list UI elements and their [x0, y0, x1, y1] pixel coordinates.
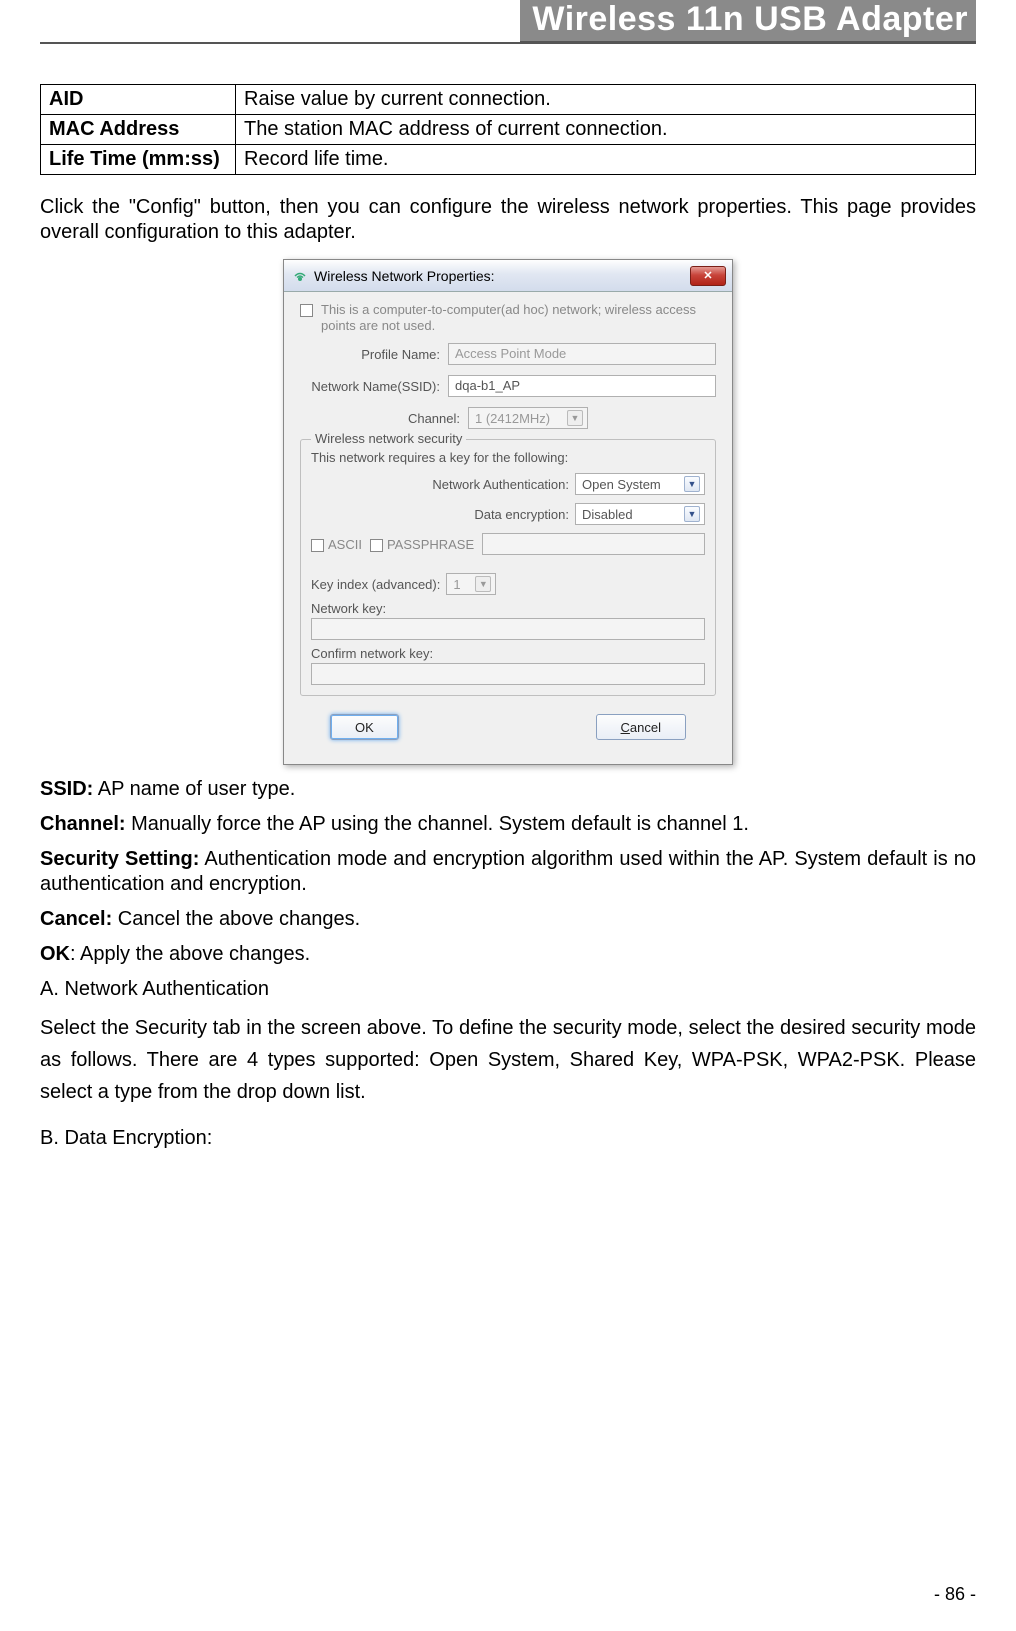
keyidx-value: 1: [453, 577, 460, 592]
passphrase-chk-item: PASSPHRASE: [370, 537, 474, 552]
intro-paragraph: Click the "Config" button, then you can …: [40, 195, 976, 245]
ascii-chk-item: ASCII: [311, 537, 362, 552]
table-cell-label: AID: [41, 85, 236, 115]
close-icon: ✕: [703, 269, 712, 282]
dialog-titlebar: Wireless Network Properties: ✕: [284, 260, 732, 292]
def-desc: Cancel the above changes.: [112, 908, 360, 930]
dataenc-select[interactable]: Disabled ▼: [575, 503, 705, 525]
ssid-row: Network Name(SSID): dqa-b1_AP: [300, 375, 716, 397]
passphrase-label: PASSPHRASE: [387, 537, 474, 552]
channel-value: 1 (2412MHz): [475, 411, 550, 426]
close-button[interactable]: ✕: [690, 266, 726, 286]
dataenc-row: Data encryption: Disabled ▼: [311, 503, 705, 525]
chevron-down-icon: ▼: [567, 410, 583, 426]
section-a-body: Select the Security tab in the screen ab…: [40, 1012, 976, 1108]
ascii-checkbox[interactable]: [311, 539, 324, 552]
dialog-wrapper: Wireless Network Properties: ✕ This is a…: [40, 259, 976, 765]
chevron-down-icon: ▼: [475, 576, 491, 592]
titlebar-left: Wireless Network Properties:: [292, 268, 495, 284]
def-cancel: Cancel: Cancel the above changes.: [40, 907, 976, 932]
security-body: This network requires a key for the foll…: [311, 448, 705, 685]
dialog-buttons: OK Cancel: [300, 706, 716, 754]
netauth-row: Network Authentication: Open System ▼: [311, 473, 705, 495]
netkey-input[interactable]: [311, 618, 705, 640]
adhoc-checkbox-row: This is a computer-to-computer(ad hoc) n…: [300, 302, 716, 333]
def-desc: Manually force the AP using the channel.…: [126, 813, 749, 835]
page-number: - 86 -: [934, 1584, 976, 1605]
dialog-title: Wireless Network Properties:: [314, 268, 495, 284]
table-cell-desc: Record life time.: [236, 145, 976, 175]
table-cell-desc: Raise value by current connection.: [236, 85, 976, 115]
ascii-label: ASCII: [328, 537, 362, 552]
confirm-netkey-label: Confirm network key:: [311, 646, 705, 661]
section-b-heading: B. Data Encryption:: [40, 1126, 976, 1151]
def-ok: OK: Apply the above changes.: [40, 942, 976, 967]
wireless-properties-dialog: Wireless Network Properties: ✕ This is a…: [283, 259, 733, 765]
netauth-select[interactable]: Open System ▼: [575, 473, 705, 495]
def-term: Channel:: [40, 813, 126, 835]
netauth-value: Open System: [582, 477, 661, 492]
app-icon: [292, 268, 308, 284]
keyidx-row: Key index (advanced): 1 ▼: [311, 573, 705, 595]
confirm-netkey-input[interactable]: [311, 663, 705, 685]
dialog-body: This is a computer-to-computer(ad hoc) n…: [284, 292, 732, 764]
def-desc: : Apply the above changes.: [70, 943, 310, 965]
def-term: Cancel:: [40, 908, 112, 930]
def-security: Security Setting: Authentication mode an…: [40, 847, 976, 897]
cancel-button[interactable]: Cancel: [596, 714, 686, 740]
channel-select[interactable]: 1 (2412MHz) ▼: [468, 407, 588, 429]
def-term: Security Setting:: [40, 848, 199, 870]
security-legend: Wireless network security: [311, 431, 466, 446]
def-ssid: SSID: AP name of user type.: [40, 777, 976, 802]
def-term: SSID:: [40, 778, 93, 800]
header-banner: Wireless 11n USB Adapter: [520, 0, 976, 42]
profile-name-row: Profile Name: Access Point Mode: [300, 343, 716, 365]
section-a-heading: A. Network Authentication: [40, 977, 976, 1002]
keyidx-select[interactable]: 1 ▼: [446, 573, 496, 595]
table-row: Life Time (mm:ss) Record life time.: [41, 145, 976, 175]
security-line: This network requires a key for the foll…: [311, 450, 705, 465]
table-cell-desc: The station MAC address of current conne…: [236, 115, 976, 145]
def-desc: AP name of user type.: [93, 778, 295, 800]
dataenc-label: Data encryption:: [474, 507, 569, 522]
chevron-down-icon: ▼: [684, 506, 700, 522]
profile-name-input[interactable]: Access Point Mode: [448, 343, 716, 365]
ok-button[interactable]: OK: [330, 714, 399, 740]
def-term: OK: [40, 943, 70, 965]
table-row: AID Raise value by current connection.: [41, 85, 976, 115]
passphrase-checkbox[interactable]: [370, 539, 383, 552]
channel-row: Channel: 1 (2412MHz) ▼: [300, 407, 716, 429]
passphrase-input[interactable]: [482, 533, 705, 555]
ssid-input[interactable]: dqa-b1_AP: [448, 375, 716, 397]
netkey-label: Network key:: [311, 601, 705, 616]
chevron-down-icon: ▼: [684, 476, 700, 492]
ssid-label: Network Name(SSID):: [300, 379, 440, 394]
table-cell-label: Life Time (mm:ss): [41, 145, 236, 175]
table-cell-label: MAC Address: [41, 115, 236, 145]
netauth-label: Network Authentication:: [432, 477, 569, 492]
page-content: AID Raise value by current connection. M…: [0, 44, 1016, 1151]
adhoc-label: This is a computer-to-computer(ad hoc) n…: [321, 302, 716, 333]
channel-label: Channel:: [300, 411, 460, 426]
keyidx-label: Key index (advanced):: [311, 577, 440, 592]
info-table: AID Raise value by current connection. M…: [40, 84, 976, 175]
cancel-button-label: Cancel: [621, 720, 661, 735]
adhoc-checkbox[interactable]: [300, 304, 313, 317]
table-row: MAC Address The station MAC address of c…: [41, 115, 976, 145]
def-channel: Channel: Manually force the AP using the…: [40, 812, 976, 837]
profile-name-label: Profile Name:: [300, 347, 440, 362]
encoding-row: ASCII PASSPHRASE: [311, 533, 705, 555]
security-fieldset: Wireless network security This network r…: [300, 439, 716, 696]
dataenc-value: Disabled: [582, 507, 633, 522]
